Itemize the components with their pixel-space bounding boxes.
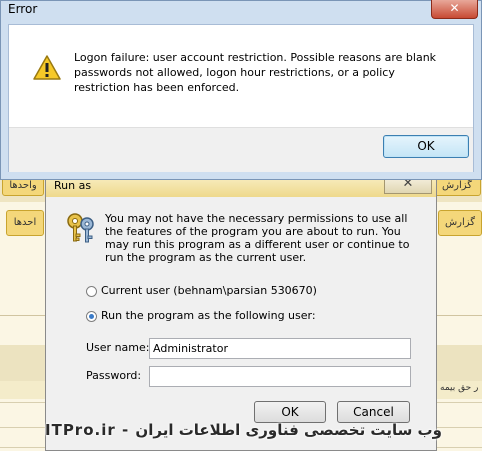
error-ok-button[interactable]: OK [383, 135, 469, 158]
error-close-button[interactable]: ✕ [431, 0, 478, 19]
bg-tab-units[interactable]: احدها [6, 210, 44, 236]
username-field[interactable]: Administrator [149, 338, 411, 359]
runas-ok-button[interactable]: OK [254, 401, 326, 423]
runas-message: You may not have the necessary permissio… [105, 212, 410, 264]
bg-tab-report[interactable]: گزارش [438, 210, 482, 236]
radio-current-user[interactable] [86, 286, 97, 297]
warning-icon [33, 55, 61, 81]
radio-current-user-label[interactable]: Current user (behnam\parsian 530670) [101, 284, 317, 297]
error-title: Error [8, 2, 38, 16]
password-label: Password: [86, 369, 142, 382]
watermark-text: ITPro.ir - وب سایت تخصصی فناوری اطلاعات … [45, 421, 442, 439]
runas-title: Run as [54, 179, 92, 192]
bg-column-header: ر حق بیمه [440, 383, 479, 393]
username-label: User name: [86, 341, 150, 354]
error-message: Logon failure: user account restriction.… [74, 51, 437, 94]
radio-other-user-label[interactable]: Run the program as the following user: [101, 309, 316, 322]
radio-other-user[interactable] [86, 311, 97, 322]
keys-icon [64, 210, 98, 244]
runas-cancel-button[interactable]: Cancel [337, 401, 410, 423]
password-field[interactable] [149, 366, 411, 387]
